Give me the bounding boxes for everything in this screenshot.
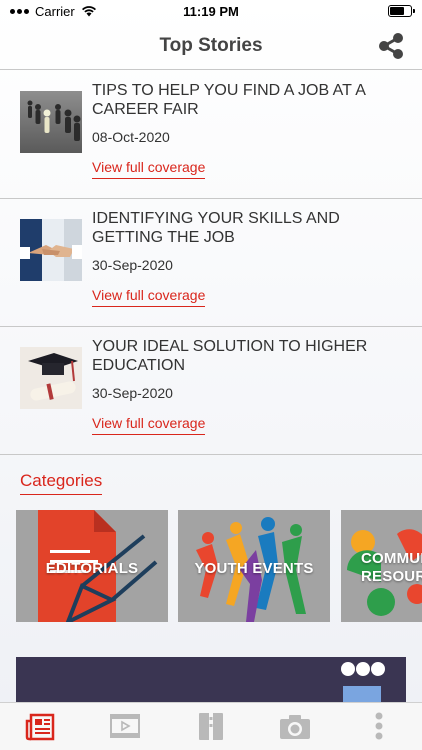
story-item[interactable]: TIPS TO HELP YOU FIND A JOB AT A CAREER … bbox=[0, 71, 422, 199]
tab-bar bbox=[0, 702, 422, 750]
story-date: 30-Sep-2020 bbox=[92, 257, 173, 273]
handshake-thumbnail[interactable] bbox=[20, 219, 82, 281]
signal-icon bbox=[10, 8, 29, 14]
view-full-coverage-link[interactable]: View full coverage bbox=[92, 287, 206, 307]
career-fair-thumbnail[interactable] bbox=[20, 91, 82, 153]
battery-icon bbox=[388, 5, 415, 17]
story-date: 30-Sep-2020 bbox=[92, 385, 173, 401]
stories-list: TIPS TO HELP YOU FIND A JOB AT A CAREER … bbox=[0, 71, 422, 455]
view-full-coverage-link[interactable]: View full coverage bbox=[92, 159, 206, 179]
book-icon[interactable] bbox=[194, 711, 228, 741]
category-card-community-resources[interactable]: COMMUNITY RESOURCES bbox=[341, 510, 422, 622]
newspaper-icon[interactable] bbox=[24, 711, 58, 741]
graduation-thumbnail[interactable] bbox=[20, 347, 82, 409]
banner-graphic bbox=[16, 657, 406, 702]
video-icon[interactable] bbox=[108, 711, 142, 741]
story-date: 08-Oct-2020 bbox=[92, 129, 170, 145]
category-label: EDITORIALS bbox=[45, 560, 139, 577]
more-icon[interactable] bbox=[362, 711, 396, 741]
categories-heading: Categories bbox=[20, 471, 103, 495]
view-full-coverage-link[interactable]: View full coverage bbox=[92, 415, 206, 435]
status-bar: Carrier 11:19 PM bbox=[0, 0, 422, 22]
story-title[interactable]: TIPS TO HELP YOU FIND A JOB AT A CAREER … bbox=[92, 81, 392, 119]
page-title: Top Stories bbox=[159, 34, 263, 56]
carrier-label: Carrier bbox=[35, 3, 75, 19]
story-item[interactable]: YOUR IDEAL SOLUTION TO HIGHER EDUCATION … bbox=[0, 327, 422, 455]
category-card-editorials[interactable]: EDITORIALS bbox=[16, 510, 168, 622]
categories-carousel[interactable]: EDITORIALS YOUTH EVENTS COMMU RESOUR bbox=[16, 510, 422, 622]
share-icon[interactable] bbox=[376, 32, 406, 60]
promo-banner[interactable] bbox=[16, 657, 406, 702]
camera-icon[interactable] bbox=[278, 711, 312, 741]
category-label: YOUTH EVENTS bbox=[194, 560, 314, 577]
category-card-youth-events[interactable]: YOUTH EVENTS bbox=[178, 510, 330, 622]
category-label: COMMUNITY RESOURCES bbox=[361, 550, 422, 585]
battery-level bbox=[390, 7, 404, 15]
nav-bar: Top Stories bbox=[0, 22, 422, 70]
story-title[interactable]: YOUR IDEAL SOLUTION TO HIGHER EDUCATION bbox=[92, 337, 392, 375]
story-item[interactable]: IDENTIFYING YOUR SKILLS AND GETTING THE … bbox=[0, 199, 422, 327]
story-title[interactable]: IDENTIFYING YOUR SKILLS AND GETTING THE … bbox=[92, 209, 392, 247]
wifi-icon bbox=[81, 6, 96, 17]
